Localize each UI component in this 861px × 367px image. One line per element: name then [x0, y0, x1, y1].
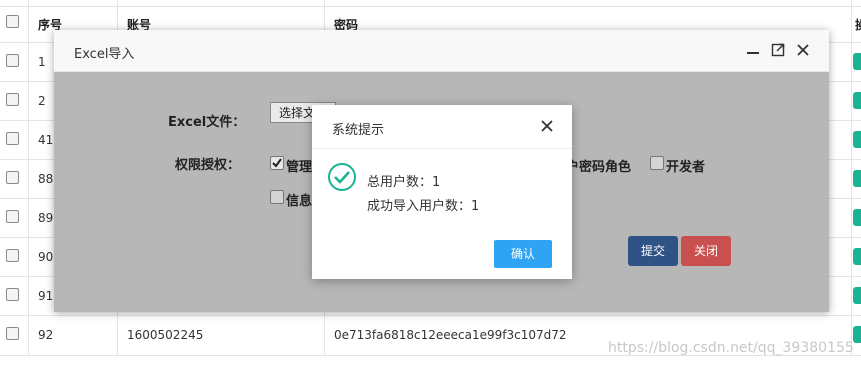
row-index: 92	[38, 328, 54, 342]
row-index: 89	[38, 211, 54, 225]
permission-checkbox-info[interactable]	[270, 190, 284, 204]
row-action-button[interactable]	[853, 287, 861, 304]
permission-checkbox-admin[interactable]	[270, 156, 284, 170]
row-checkbox[interactable]	[6, 249, 19, 262]
row-action-button[interactable]	[853, 326, 861, 343]
row-action-button[interactable]	[853, 170, 861, 187]
row-checkbox[interactable]	[6, 210, 19, 223]
permission-option-label: 开发者	[666, 160, 706, 175]
dialog-header: 系统提示	[312, 105, 572, 149]
row-checkbox[interactable]	[6, 132, 19, 145]
permission-label: 权限授权：	[175, 158, 241, 173]
window-titlebar: Excel导入	[54, 30, 829, 72]
select-all-checkbox[interactable]	[6, 15, 19, 28]
row-index: 1	[38, 55, 46, 69]
column-header-actions: 操	[855, 16, 861, 33]
row-checkbox[interactable]	[6, 327, 19, 340]
close-button[interactable]: 关闭	[681, 236, 731, 266]
row-account: 1600502245	[127, 328, 204, 342]
permission-option-label: 信息	[286, 194, 313, 209]
submit-button[interactable]: 提交	[628, 236, 678, 266]
maximize-icon[interactable]	[771, 42, 785, 58]
row-action-button[interactable]	[853, 248, 861, 265]
row-checkbox[interactable]	[6, 171, 19, 184]
row-index: 88	[38, 172, 54, 186]
row-checkbox[interactable]	[6, 288, 19, 301]
row-index: 90	[38, 250, 54, 264]
row-index: 2	[38, 94, 46, 108]
row-index: 41	[38, 133, 54, 147]
row-index: 91	[38, 289, 54, 303]
imported-users-text: 成功导入用户数：1	[367, 199, 480, 214]
permission-option-label: 管理	[286, 160, 313, 175]
row-action-button[interactable]	[853, 131, 861, 148]
total-users-text: 总用户数：1	[367, 175, 441, 190]
watermark: https://blog.csdn.net/qq_39380155	[608, 340, 854, 356]
row-action-button[interactable]	[853, 53, 861, 70]
window-title: Excel导入	[74, 47, 135, 62]
dialog-close-icon[interactable]	[540, 119, 554, 133]
minimize-icon[interactable]	[746, 42, 760, 58]
window-close-icon[interactable]	[796, 42, 810, 58]
confirm-button[interactable]: 确认	[494, 240, 552, 268]
excel-file-label: Excel文件：	[168, 115, 246, 130]
check-circle-icon	[327, 162, 357, 192]
row-checkbox[interactable]	[6, 93, 19, 106]
permission-option-label: 户密码角色	[566, 160, 632, 175]
dialog-title: 系统提示	[332, 123, 385, 138]
row-action-button[interactable]	[853, 209, 861, 226]
permission-checkbox-developer[interactable]	[650, 156, 664, 170]
row-checkbox[interactable]	[6, 54, 19, 67]
row-action-button[interactable]	[853, 92, 861, 109]
row-password: 0e713fa6818c12eeeca1e99f3c107d72	[334, 328, 567, 342]
system-prompt-dialog: 系统提示 总用户数：1 成功导入用户数：1 确认	[312, 105, 572, 279]
